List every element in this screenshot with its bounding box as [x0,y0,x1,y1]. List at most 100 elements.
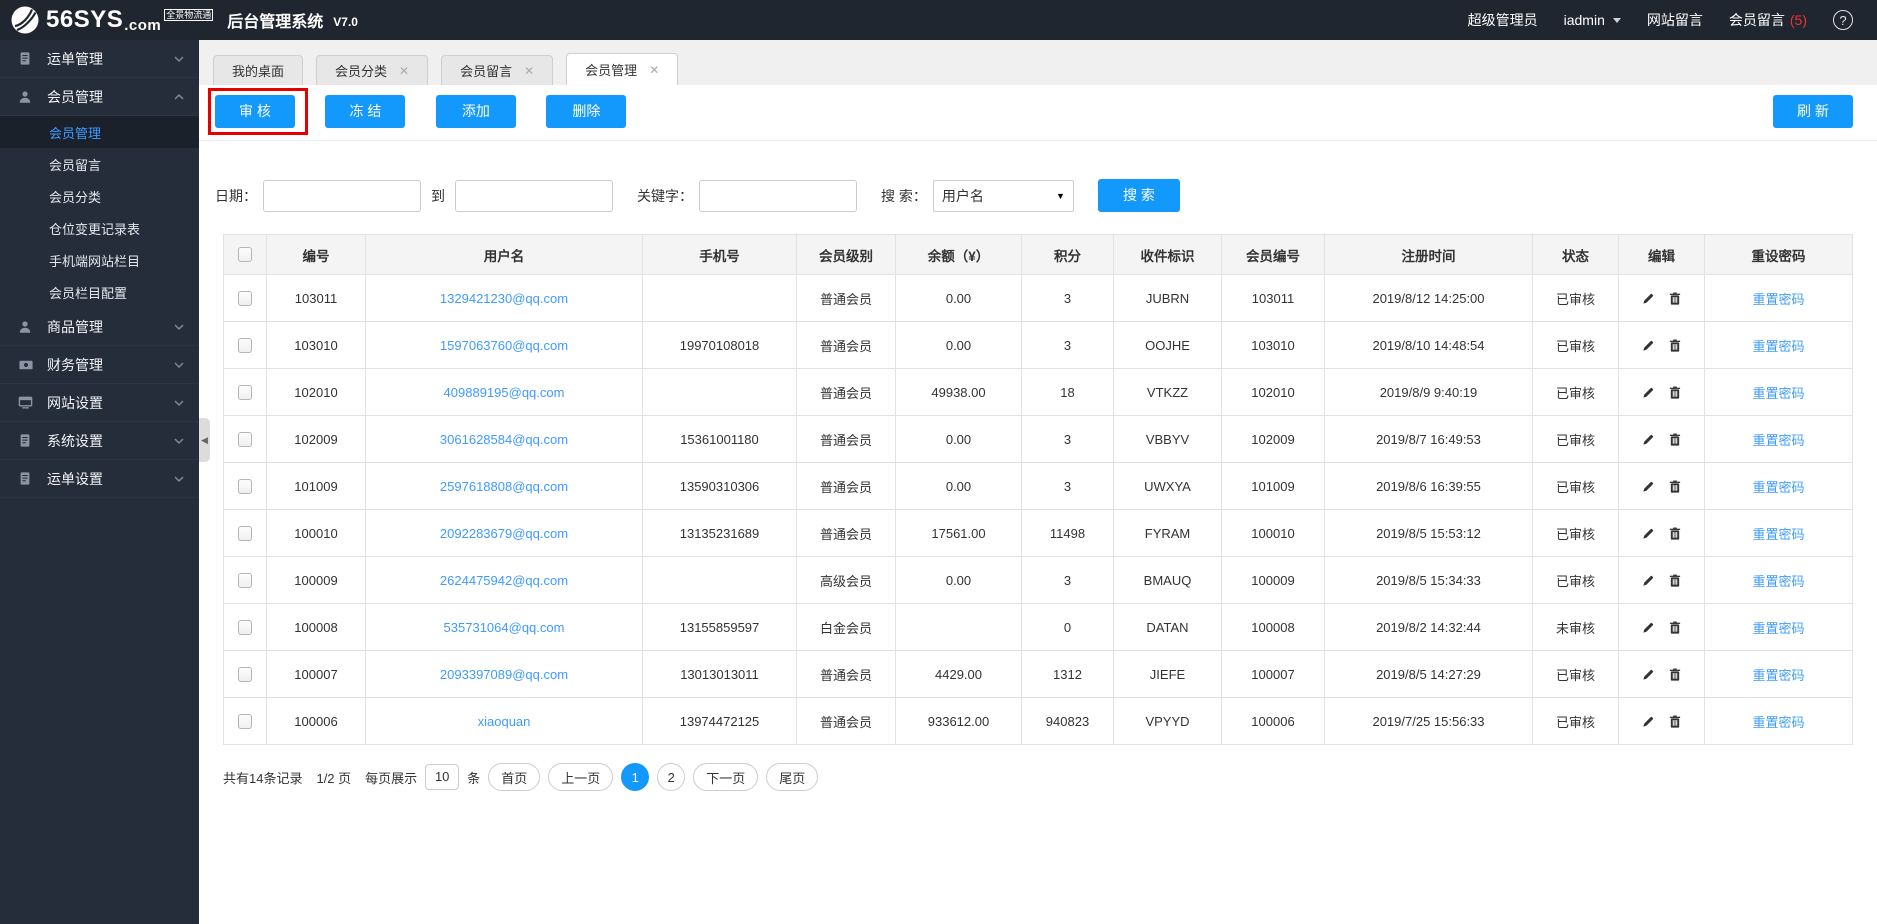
first-page-button[interactable]: 首页 [488,763,541,791]
edit-pencil-icon[interactable] [1642,574,1655,587]
cell-phone [642,368,797,416]
username-link[interactable]: 2092283679@qq.com [440,526,568,541]
member-messages-link[interactable]: 会员留言 (5) [1729,10,1807,30]
page-number-button[interactable]: 2 [657,763,686,791]
sidebar-item-5[interactable]: 系统设置 [0,422,199,460]
cell-member-id: 103010 [1221,321,1325,369]
delete-trash-icon[interactable] [1669,433,1681,446]
refresh-button[interactable]: 刷 新 [1773,95,1853,128]
user-menu[interactable]: iadmin [1564,12,1621,28]
cell-member-id: 100007 [1221,650,1325,698]
reset-password-link[interactable]: 重置密码 [1752,339,1804,354]
close-icon[interactable]: ✕ [399,65,409,77]
reset-password-link[interactable]: 重置密码 [1752,668,1804,683]
sidebar-subitem[interactable]: 会员留言 [0,148,199,180]
reset-password-link[interactable]: 重置密码 [1752,292,1804,307]
delete-trash-icon[interactable] [1669,621,1681,634]
page-number-button[interactable]: 1 [621,763,650,791]
edit-pencil-icon[interactable] [1642,527,1655,540]
close-icon[interactable]: ✕ [649,64,659,76]
edit-pencil-icon[interactable] [1642,621,1655,634]
delete-trash-icon[interactable] [1669,668,1681,681]
edit-pencil-icon[interactable] [1642,386,1655,399]
row-checkbox[interactable] [238,526,252,542]
row-checkbox[interactable] [238,620,252,636]
username-link[interactable]: 409889195@qq.com [444,385,565,400]
close-icon[interactable]: ✕ [524,65,534,77]
goods-icon [18,320,35,334]
row-checkbox[interactable] [238,432,252,448]
sidebar-subitem[interactable]: 仓位变更记录表 [0,212,199,244]
sidebar-item-4[interactable]: 网站设置 [0,384,199,422]
tab-item[interactable]: 我的桌面 [213,55,304,85]
delete-trash-icon[interactable] [1669,574,1681,587]
sidebar-item-1[interactable]: 会员管理 [0,78,199,116]
username-link[interactable]: 2093397089@qq.com [440,667,568,682]
row-checkbox[interactable] [238,385,252,401]
sidebar-subitem[interactable]: 会员管理 [0,116,199,148]
row-checkbox[interactable] [238,573,252,589]
next-page-button[interactable]: 下一页 [693,763,759,791]
sidebar-collapse-handle[interactable]: ◀ [199,418,210,462]
cell-phone: 13013013011 [642,650,797,698]
add-button[interactable]: 添加 [435,95,516,128]
reset-password-link[interactable]: 重置密码 [1752,574,1804,589]
reset-password-link[interactable]: 重置密码 [1752,433,1804,448]
keyword-input[interactable] [699,179,857,212]
username-link[interactable]: 1329421230@qq.com [440,291,568,306]
edit-pencil-icon[interactable] [1642,715,1655,728]
row-checkbox[interactable] [238,479,252,495]
delete-trash-icon[interactable] [1669,292,1681,305]
cell-member-id: 100010 [1221,509,1325,557]
help-icon[interactable]: ? [1833,10,1853,30]
delete-trash-icon[interactable] [1669,386,1681,399]
delete-trash-icon[interactable] [1669,527,1681,540]
sidebar-item-0[interactable]: 运单管理 [0,40,199,78]
site-messages-link[interactable]: 网站留言 [1647,10,1703,30]
username-link[interactable]: 1597063760@qq.com [440,338,568,353]
username-link[interactable]: 535731064@qq.com [444,620,565,635]
sidebar-item-6[interactable]: 运单设置 [0,460,199,498]
sidebar-subitem[interactable]: 会员栏目配置 [0,276,199,308]
delete-trash-icon[interactable] [1669,339,1681,352]
row-checkbox[interactable] [238,667,252,683]
date-from-input[interactable] [263,179,421,212]
prev-page-button[interactable]: 上一页 [548,763,614,791]
system-title: 后台管理系统 [227,14,324,31]
username-link[interactable]: 2597618808@qq.com [440,479,568,494]
per-page-input[interactable]: 10 [425,764,460,790]
edit-pencil-icon[interactable] [1642,339,1655,352]
sidebar-item-3[interactable]: 财务管理 [0,346,199,384]
delete-button[interactable]: 删除 [546,95,627,128]
sidebar-subitem[interactable]: 会员分类 [0,180,199,212]
delete-trash-icon[interactable] [1669,480,1681,493]
last-page-button[interactable]: 尾页 [766,763,819,791]
select-all-checkbox[interactable] [238,247,252,263]
row-checkbox[interactable] [238,291,252,307]
date-to-input[interactable] [455,179,613,212]
delete-trash-icon[interactable] [1669,715,1681,728]
sidebar-subitem[interactable]: 手机端网站栏目 [0,244,199,276]
edit-pencil-icon[interactable] [1642,668,1655,681]
reset-password-link[interactable]: 重置密码 [1752,715,1804,730]
reset-password-link[interactable]: 重置密码 [1752,621,1804,636]
freeze-button[interactable]: 冻 结 [325,95,406,128]
row-checkbox[interactable] [238,714,252,730]
tab-item[interactable]: 会员分类 ✕ [316,55,429,85]
search-type-select[interactable]: 用户名 ▼ [932,179,1074,212]
edit-pencil-icon[interactable] [1642,292,1655,305]
reset-password-link[interactable]: 重置密码 [1752,480,1804,495]
search-button[interactable]: 搜 索 [1097,179,1180,212]
tab-item[interactable]: 会员留言 ✕ [441,55,554,85]
row-checkbox[interactable] [238,338,252,354]
edit-pencil-icon[interactable] [1642,433,1655,446]
tab-active[interactable]: 会员管理 ✕ [566,53,679,85]
sidebar-item-2[interactable]: 商品管理 [0,308,199,346]
edit-pencil-icon[interactable] [1642,480,1655,493]
reset-password-link[interactable]: 重置密码 [1752,386,1804,401]
audit-button[interactable]: 审 核 [215,95,295,128]
username-link[interactable]: xiaoquan [478,714,531,729]
username-link[interactable]: 3061628584@qq.com [440,432,568,447]
username-link[interactable]: 2624475942@qq.com [440,573,568,588]
reset-password-link[interactable]: 重置密码 [1752,527,1804,542]
